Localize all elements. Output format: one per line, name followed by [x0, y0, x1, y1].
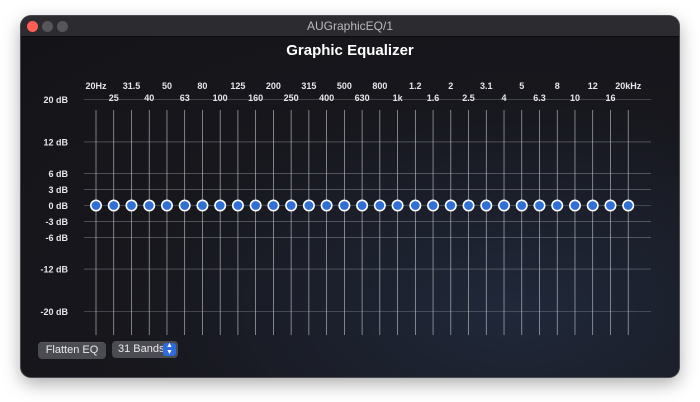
freq-label-top: 2 — [448, 81, 453, 91]
freq-label-top: 800 — [372, 81, 387, 91]
band-gain-handle[interactable] — [196, 199, 209, 212]
band-gain-handle[interactable] — [143, 199, 156, 212]
band-gain-handle[interactable] — [249, 199, 262, 212]
db-label: -20 dB — [40, 307, 68, 317]
band-gain-handle[interactable] — [462, 199, 475, 212]
band-gain-handle[interactable] — [586, 199, 599, 212]
freq-label-top: 31.5 — [123, 81, 141, 91]
band-gain-handle[interactable] — [498, 199, 511, 212]
freq-label-bottom: 100 — [213, 93, 228, 103]
freq-label-bottom: 40 — [144, 93, 154, 103]
band-gain-handle[interactable] — [90, 199, 103, 212]
band-gain-handle[interactable] — [427, 199, 440, 212]
db-label: -12 dB — [40, 265, 68, 275]
band-gain-handle[interactable] — [551, 199, 564, 212]
freq-label-top: 20Hz — [85, 81, 107, 91]
db-label: 0 dB — [48, 201, 68, 211]
freq-label-top: 5 — [519, 81, 524, 91]
band-gain-handle[interactable] — [604, 199, 617, 212]
db-label: 3 dB — [48, 185, 68, 195]
db-label: 6 dB — [48, 169, 68, 179]
freq-label-top: 1.2 — [409, 81, 422, 91]
band-gain-handle[interactable] — [568, 199, 581, 212]
freq-label-bottom: 1.6 — [427, 93, 440, 103]
freq-label-bottom: 630 — [355, 93, 370, 103]
band-gain-handle[interactable] — [302, 199, 315, 212]
freq-label-top: 8 — [555, 81, 560, 91]
band-gain-handle[interactable] — [373, 199, 386, 212]
freq-label-bottom: 1k — [393, 93, 404, 103]
freq-label-bottom: 10 — [570, 93, 580, 103]
band-gain-handle[interactable] — [444, 199, 457, 212]
plugin-window: AUGraphicEQ/1 20 dB 12 dB 6 dB 3 dB 0 dB -3 d… — [21, 16, 679, 377]
band-gain-handle[interactable] — [160, 199, 173, 212]
freq-label-top: 20kHz — [615, 81, 642, 91]
band-gain-handle[interactable] — [480, 199, 493, 212]
db-label: -6 dB — [46, 233, 69, 243]
updown-chevron-icon: ▲ ▼ — [163, 342, 176, 356]
freq-label-bottom: 16 — [605, 93, 615, 103]
band-gain-handle[interactable] — [178, 199, 191, 212]
freq-label-bottom: 160 — [248, 93, 263, 103]
band-gain-handle[interactable] — [533, 199, 546, 212]
band-gain-handle[interactable] — [125, 199, 138, 212]
eq-graph: 20 dB 12 dB 6 dB 3 dB 0 dB -3 dB -6 dB -12 dB -2… — [40, 81, 651, 335]
freq-label-top: 50 — [162, 81, 172, 91]
band-gain-handle[interactable] — [107, 199, 120, 212]
freq-label-top: 200 — [266, 81, 281, 91]
freq-label-bottom: 4 — [502, 93, 507, 103]
band-gain-handle[interactable] — [338, 199, 351, 212]
db-label: 20 dB — [43, 95, 68, 105]
window-title: AUGraphicEQ/1 — [306, 19, 394, 33]
db-label: 12 dB — [43, 137, 68, 147]
band-gain-handle[interactable] — [214, 199, 227, 212]
band-gain-handle[interactable] — [285, 199, 298, 212]
band-gain-handle[interactable] — [409, 199, 422, 212]
freq-label-top: 500 — [337, 81, 352, 91]
band-gain-handle[interactable] — [622, 199, 635, 212]
freq-label-bottom: 2.5 — [462, 93, 475, 103]
freq-label-bottom: 400 — [319, 93, 334, 103]
eq-title: Graphic Equalizer — [286, 42, 414, 59]
freq-label-top: 315 — [301, 81, 316, 91]
band-gain-handle[interactable] — [267, 199, 280, 212]
eq-panel: 20 dB 12 dB 6 dB 3 dB 0 dB -3 dB -6 dB -12 dB -2… — [21, 37, 679, 377]
band-gain-handle[interactable] — [231, 199, 244, 212]
freq-label-top: 3.1 — [480, 81, 493, 91]
freq-label-top: 12 — [588, 81, 598, 91]
freq-label-bottom: 250 — [284, 93, 299, 103]
freq-label-top: 125 — [230, 81, 245, 91]
title-bar: AUGraphicEQ/1 — [21, 16, 679, 37]
band-gain-handle[interactable] — [515, 199, 528, 212]
freq-label-bottom: 6.3 — [533, 93, 546, 103]
bands-select[interactable]: 31 Bands ▲ ▼ — [112, 341, 178, 358]
band-gain-handle[interactable] — [391, 199, 404, 212]
flatten-eq-button[interactable]: Flatten EQ — [38, 342, 106, 359]
bands-select-value: 31 Bands — [118, 343, 165, 355]
band-gain-handle[interactable] — [356, 199, 369, 212]
db-label: -3 dB — [46, 217, 69, 227]
band-gain-handle[interactable] — [320, 199, 333, 212]
freq-label-top: 80 — [197, 81, 207, 91]
freq-label-bottom: 25 — [109, 93, 119, 103]
freq-label-bottom: 63 — [180, 93, 190, 103]
